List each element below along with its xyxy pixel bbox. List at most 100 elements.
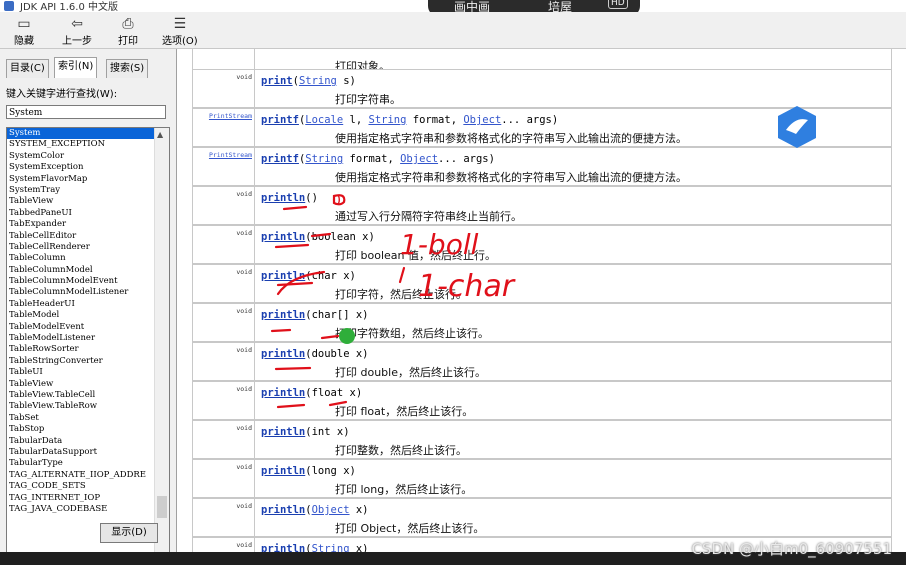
options-button[interactable]: ☰ 选项(O): [162, 16, 198, 47]
param-text: long x): [311, 465, 356, 477]
index-list-item[interactable]: SystemFlavorMap: [7, 174, 155, 185]
param-type-link[interactable]: String: [369, 114, 407, 126]
index-list-item[interactable]: TableColumnModelEvent: [7, 276, 155, 287]
search-label: 键入关键字进行查找(W):: [6, 89, 118, 100]
method-name-link[interactable]: println: [261, 270, 305, 282]
scroll-up-icon[interactable]: ▲: [157, 130, 163, 139]
method-name-link[interactable]: print: [261, 75, 293, 87]
index-list-item[interactable]: TabbedPaneUI: [7, 208, 155, 219]
param-type-link[interactable]: Object: [312, 504, 350, 516]
method-signature: print(String s): [261, 75, 356, 87]
index-list-item[interactable]: TableView: [7, 196, 155, 207]
method-signature: println(char x): [261, 270, 356, 282]
index-list-item[interactable]: TabSet: [7, 413, 155, 424]
index-list-item[interactable]: TabStop: [7, 424, 155, 435]
method-name-link[interactable]: println: [261, 192, 305, 204]
method-description: 打印字符，然后终止该行。: [335, 288, 467, 301]
index-list-item[interactable]: TAG_JAVA_CODEBASE: [7, 504, 155, 515]
param-text: s): [336, 75, 356, 87]
method-row: PrintStream printf(String format, Object.…: [192, 147, 892, 186]
index-list-item[interactable]: TAG_INTERNET_IOP: [7, 493, 155, 504]
scroll-thumb[interactable]: [157, 496, 167, 518]
index-list-item[interactable]: TableHeaderUI: [7, 299, 155, 310]
index-list-item[interactable]: TabularType: [7, 458, 155, 469]
method-name-link[interactable]: printf: [261, 114, 299, 126]
index-list-item[interactable]: TabularData: [7, 436, 155, 447]
method-name-link[interactable]: println: [261, 231, 305, 243]
param-text: format,: [406, 114, 464, 126]
index-list-item[interactable]: TableUI: [7, 367, 155, 378]
param-text: char[] x): [311, 309, 369, 321]
back-button[interactable]: ⇦ 上一步: [62, 16, 92, 47]
options-icon: ☰: [173, 16, 187, 32]
method-name-link[interactable]: println: [261, 387, 305, 399]
tab-index[interactable]: 索引(N): [54, 57, 98, 78]
tab-contents[interactable]: 目录(C): [6, 59, 49, 78]
param-type-link[interactable]: Object: [400, 153, 438, 165]
hd-badge[interactable]: HD: [608, 0, 628, 9]
index-list-item[interactable]: TableModelEvent: [7, 322, 155, 333]
return-type: void: [193, 382, 255, 419]
print-button[interactable]: ⎙ 打印: [118, 16, 138, 47]
method-name-link[interactable]: println: [261, 348, 305, 360]
method-name-link[interactable]: println: [261, 504, 305, 516]
method-name-link[interactable]: printf: [261, 153, 299, 165]
return-type[interactable]: PrintStream: [193, 109, 255, 146]
method-name-link[interactable]: println: [261, 543, 305, 552]
hide-icon: ▭: [17, 16, 31, 32]
method-name-link[interactable]: println: [261, 465, 305, 477]
index-list-item[interactable]: TableModelListener: [7, 333, 155, 344]
index-list-item[interactable]: TableColumn: [7, 253, 155, 264]
method-name-link[interactable]: println: [261, 426, 305, 438]
index-list-item[interactable]: TableRowSorter: [7, 344, 155, 355]
param-type-link[interactable]: String: [312, 543, 350, 552]
method-row: void println(char x) 打印字符，然后终止该行。: [192, 264, 892, 303]
param-type-link[interactable]: String: [305, 153, 343, 165]
display-button[interactable]: 显示(D): [100, 523, 158, 543]
param-type-link[interactable]: Locale: [305, 114, 343, 126]
index-list-item[interactable]: TableColumnModelListener: [7, 287, 155, 298]
method-row: void println(long x) 打印 long，然后终止该行。: [192, 459, 892, 498]
index-list[interactable]: System SYSTEM_EXCEPTION SystemColor SystemE…: [6, 127, 170, 565]
method-row: void println(char[] x) 打印字符数组，然后终止该行。: [192, 303, 892, 342]
index-list-item[interactable]: TableCellEditor: [7, 231, 155, 242]
return-type: void: [193, 304, 255, 341]
floating-bird-badge-icon[interactable]: [774, 104, 820, 150]
cursor-highlight: [339, 328, 355, 344]
method-row: void print(String s) 打印字符串。: [192, 69, 892, 108]
index-list-scrollbar[interactable]: ▲ ▼: [154, 128, 169, 564]
param-text: float x): [311, 387, 363, 399]
param-type-link[interactable]: String: [299, 75, 337, 87]
return-type[interactable]: PrintStream: [193, 148, 255, 185]
index-list-item[interactable]: SystemColor: [7, 151, 155, 162]
index-list-item[interactable]: TAG_ALTERNATE_IIOP_ADDRE: [7, 470, 155, 481]
method-description: 使用指定格式字符串和参数将格式化的字符串写入此输出流的便捷方法。: [335, 171, 687, 184]
index-list-item[interactable]: TableColumnModel: [7, 265, 155, 276]
options-label: 选项(O): [162, 36, 198, 47]
index-list-item[interactable]: TabExpander: [7, 219, 155, 230]
index-list-item[interactable]: System: [7, 128, 155, 140]
method-row: void println(boolean x) 打印 boolean 值，然后终止行…: [192, 225, 892, 264]
index-list-item[interactable]: TableView.TableRow: [7, 401, 155, 412]
app-icon: [4, 1, 14, 11]
tab-search[interactable]: 搜索(S): [106, 59, 149, 78]
index-list-item[interactable]: SYSTEM_EXCEPTION: [7, 139, 155, 150]
method-name-link[interactable]: println: [261, 309, 305, 321]
index-list-item[interactable]: TableCellRenderer: [7, 242, 155, 253]
param-type-link[interactable]: Object: [463, 114, 501, 126]
index-list-item[interactable]: TabularDataSupport: [7, 447, 155, 458]
index-list-item[interactable]: TableModel: [7, 310, 155, 321]
index-list-item[interactable]: TAG_CODE_SETS: [7, 481, 155, 492]
method-row: void println(int x) 打印整数，然后终止该行。: [192, 420, 892, 459]
index-list-item[interactable]: SystemTray: [7, 185, 155, 196]
index-list-item[interactable]: TableView.TableCell: [7, 390, 155, 401]
keyword-input[interactable]: System: [6, 105, 166, 119]
param-text: x): [349, 543, 369, 552]
navigation-pane: 目录(C) 索引(N) 搜索(S) 键入关键字进行查找(W): System S…: [0, 49, 177, 565]
index-list-item[interactable]: TableStringConverter: [7, 356, 155, 367]
method-signature: println(int x): [261, 426, 350, 438]
index-list-item[interactable]: SystemException: [7, 162, 155, 173]
index-list-item[interactable]: TableView: [7, 379, 155, 390]
hide-button[interactable]: ▭ 隐藏: [14, 16, 34, 47]
method-signature: println(float x): [261, 387, 362, 399]
